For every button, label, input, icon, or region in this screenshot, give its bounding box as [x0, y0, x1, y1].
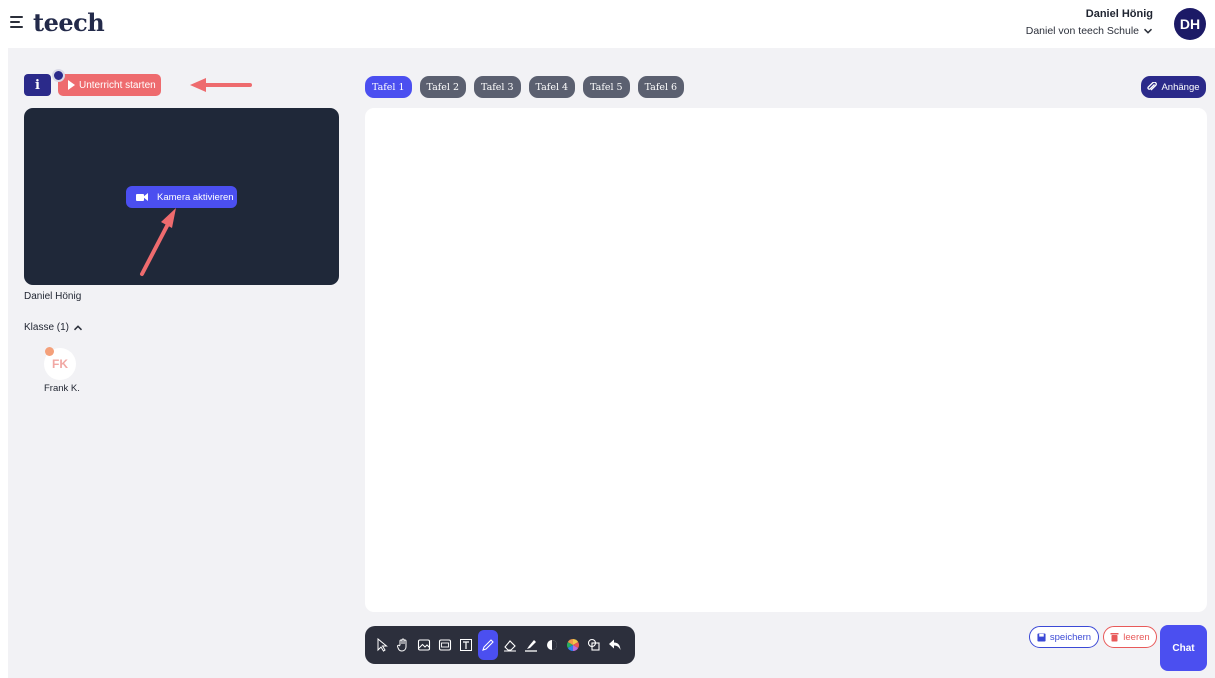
chevron-up-icon: [73, 324, 83, 330]
main-area: i Unterricht starten Kamera aktivieren D…: [8, 48, 1215, 678]
class-section-toggle[interactable]: Klasse (1): [24, 322, 83, 333]
tab-tafel-1[interactable]: Tafel 1: [365, 76, 412, 98]
pointer-icon[interactable]: [373, 636, 391, 654]
drawing-toolbar: [365, 626, 635, 664]
clear-label: leeren: [1123, 631, 1150, 643]
chat-button[interactable]: Chat: [1160, 625, 1207, 671]
whiteboard-canvas[interactable]: [365, 108, 1207, 612]
pencil-icon[interactable]: [478, 630, 498, 660]
color-wheel-icon[interactable]: [564, 636, 582, 654]
clear-button[interactable]: leeren: [1103, 626, 1157, 648]
class-label: Klasse (1): [24, 322, 70, 333]
app-logo[interactable]: teech: [33, 8, 105, 37]
user-school: Daniel von teech Schule: [1025, 25, 1139, 37]
trash-icon: [1110, 633, 1119, 642]
eraser-icon[interactable]: [501, 636, 519, 654]
hand-icon[interactable]: [394, 636, 412, 654]
attachments-button[interactable]: Anhänge: [1141, 76, 1206, 98]
text-icon[interactable]: [457, 636, 475, 654]
image-icon[interactable]: [415, 636, 433, 654]
tab-tafel-4[interactable]: Tafel 4: [528, 76, 576, 98]
chevron-down-icon[interactable]: [1143, 26, 1153, 36]
floppy-icon: [1037, 632, 1046, 642]
tab-tafel-6[interactable]: Tafel 6: [637, 76, 685, 98]
paperclip-icon: [1147, 82, 1158, 91]
undo-icon[interactable]: [606, 636, 624, 654]
arrow-left-annotation: [190, 78, 252, 92]
arrow-up-annotation: [140, 208, 176, 276]
top-header: teech Daniel Hönig Daniel von teech Schu…: [0, 0, 1215, 48]
pdf-icon[interactable]: [436, 636, 454, 654]
status-dot: [45, 347, 54, 356]
menu-icon[interactable]: [10, 14, 24, 28]
board-tabs: Tafel 1 Tafel 2 Tafel 3 Tafel 4 Tafel 5 …: [365, 76, 685, 98]
student-name: Frank K.: [44, 383, 80, 394]
save-label: speichern: [1049, 631, 1092, 643]
user-menu[interactable]: Daniel Hönig Daniel von teech Schule: [1026, 8, 1153, 37]
avatar[interactable]: DH: [1174, 8, 1206, 40]
annotation-arrows: [140, 78, 252, 276]
save-button[interactable]: speichern: [1029, 626, 1099, 648]
shapes-icon[interactable]: [585, 636, 603, 654]
fill-icon[interactable]: [543, 636, 561, 654]
highlighter-icon[interactable]: [522, 636, 540, 654]
user-name: Daniel Hönig: [1085, 8, 1153, 20]
attachments-label: Anhänge: [1161, 81, 1200, 93]
tab-tafel-3[interactable]: Tafel 3: [474, 76, 521, 98]
tab-tafel-2[interactable]: Tafel 2: [419, 76, 467, 98]
tab-tafel-5[interactable]: Tafel 5: [583, 76, 630, 98]
